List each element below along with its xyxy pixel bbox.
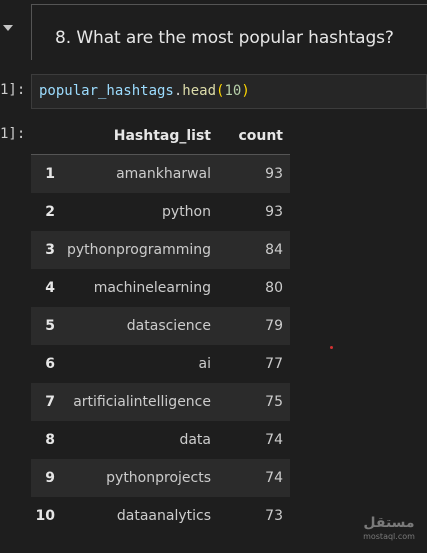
table-header-row: Hashtag_list count xyxy=(31,118,290,155)
markdown-cell[interactable]: 8. What are the most popular hashtags? xyxy=(31,4,427,60)
hashtag-cell: dataanalytics xyxy=(61,497,218,535)
markdown-heading: 8. What are the most popular hashtags? xyxy=(55,28,394,48)
hashtag-cell: machinelearning xyxy=(61,269,218,307)
row-index: 6 xyxy=(31,345,61,383)
code-variable: popular_hashtags xyxy=(39,83,174,99)
row-index: 2 xyxy=(31,193,61,231)
code-cell[interactable]: popular_hashtags.head(10) xyxy=(31,74,427,109)
row-index: 10 xyxy=(31,497,61,535)
table-row: 6 ai 77 xyxy=(31,345,290,383)
dataframe-table: Hashtag_list count 1 amankharwal 93 2 py… xyxy=(31,118,290,535)
row-index: 4 xyxy=(31,269,61,307)
count-cell: 79 xyxy=(218,307,290,345)
output-prompt: 1]: xyxy=(0,126,26,142)
hashtag-cell: pythonprogramming xyxy=(61,231,218,269)
table-row: 1 amankharwal 93 xyxy=(31,154,290,193)
column-header-index xyxy=(31,118,61,155)
count-cell: 93 xyxy=(218,193,290,231)
table-row: 7 artificialintelligence 75 xyxy=(31,383,290,421)
table-row: 5 datascience 79 xyxy=(31,307,290,345)
row-index: 8 xyxy=(31,421,61,459)
notebook-view: 8. What are the most popular hashtags? 1… xyxy=(0,0,427,553)
column-header-count: count xyxy=(218,118,290,155)
hashtag-cell: artificialintelligence xyxy=(61,383,218,421)
watermark-logo: مستقل mostaql.com xyxy=(362,514,416,548)
hashtag-cell: python xyxy=(61,193,218,231)
table-row: 8 data 74 xyxy=(31,421,290,459)
code-close-paren: ) xyxy=(241,83,250,99)
count-cell: 80 xyxy=(218,269,290,307)
count-cell: 75 xyxy=(218,383,290,421)
hashtag-cell: amankharwal xyxy=(61,154,218,193)
input-prompt: 1]: xyxy=(0,82,26,98)
chevron-down-icon[interactable] xyxy=(0,22,20,38)
row-index: 7 xyxy=(31,383,61,421)
hashtag-cell: pythonprojects xyxy=(61,459,218,497)
row-index: 3 xyxy=(31,231,61,269)
table-row: 9 pythonprojects 74 xyxy=(31,459,290,497)
row-index: 5 xyxy=(31,307,61,345)
code-argument: 10 xyxy=(224,83,242,99)
count-cell: 74 xyxy=(218,459,290,497)
code-line: popular_hashtags.head(10) xyxy=(39,83,250,99)
hashtag-cell: datascience xyxy=(61,307,218,345)
hashtag-cell: data xyxy=(61,421,218,459)
column-header-hashtag: Hashtag_list xyxy=(61,118,218,155)
count-cell: 77 xyxy=(218,345,290,383)
row-index: 1 xyxy=(31,154,61,193)
count-cell: 93 xyxy=(218,154,290,193)
table-row: 2 python 93 xyxy=(31,193,290,231)
watermark-domain: mostaql.com xyxy=(363,532,415,541)
watermark-script: مستقل xyxy=(363,515,415,531)
table-row: 4 machinelearning 80 xyxy=(31,269,290,307)
code-function: head xyxy=(182,83,217,99)
hashtag-cell: ai xyxy=(61,345,218,383)
row-index: 9 xyxy=(31,459,61,497)
count-cell: 84 xyxy=(218,231,290,269)
count-cell: 73 xyxy=(218,497,290,535)
table-row: 3 pythonprogramming 84 xyxy=(31,231,290,269)
table-row: 10 dataanalytics 73 xyxy=(31,497,290,535)
stray-marker-dot xyxy=(330,346,333,349)
count-cell: 74 xyxy=(218,421,290,459)
